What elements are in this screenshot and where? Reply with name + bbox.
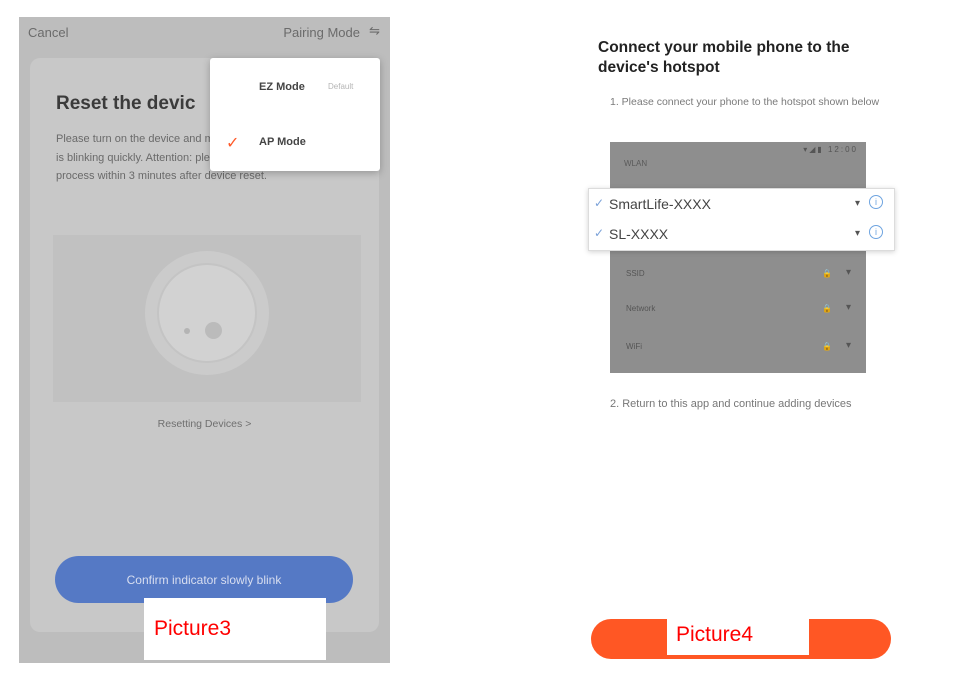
wifi-row-name: SSID	[626, 269, 645, 278]
wifi-list-row: Network 🔒 ▾	[610, 297, 866, 323]
page-title: Connect your mobile phone to the device'…	[598, 39, 850, 76]
wlan-label: WLAN	[624, 159, 648, 168]
wifi-settings-illustration: WLAN ▾◢▮ 12:00 SSID 🔒 ▾ Network 🔒 ▾ WiFi…	[610, 142, 866, 373]
wifi-list-row: SSID 🔒 ▾	[610, 262, 866, 288]
lock-icon: 🔒	[822, 269, 832, 278]
checkmark-icon: ✓	[594, 226, 605, 240]
reset-button-icon	[205, 322, 222, 339]
caption-picture4: Picture4	[667, 614, 809, 655]
device-icon	[157, 263, 257, 363]
top-bar: Cancel Pairing Mode ⇋	[19, 17, 390, 53]
checkmark-icon: ✓	[226, 135, 240, 152]
lock-icon: 🔒	[822, 342, 832, 351]
wifi-row-name: Network	[626, 304, 656, 313]
wifi-icon: ▾	[855, 228, 861, 239]
lock-icon: 🔒	[822, 304, 832, 313]
pairing-mode-button[interactable]: Pairing Mode	[283, 25, 360, 40]
cancel-button[interactable]: Cancel	[28, 25, 68, 40]
wifi-list-row: WiFi 🔒 ▾	[610, 335, 866, 361]
hotspot-list-popup: ✓ SmartLife-XXXX ▾ i ✓ SL-XXXX ▾ i	[588, 188, 895, 251]
device-illustration	[53, 235, 361, 402]
menu-item-ap-mode[interactable]: AP Mode	[259, 136, 306, 148]
confirm-indicator-button[interactable]: Confirm indicator slowly blink	[55, 556, 353, 603]
wifi-row-name: WiFi	[626, 342, 642, 351]
wifi-icon: ▾	[846, 267, 852, 278]
info-icon[interactable]: i	[869, 225, 883, 239]
hotspot-name: SmartLife-XXXX	[609, 196, 711, 212]
step-2-text: 2. Return to this app and continue addin…	[610, 398, 852, 410]
page-title: Reset the devic	[56, 93, 196, 114]
switch-icon[interactable]: ⇋	[369, 23, 380, 39]
info-icon[interactable]: i	[869, 195, 883, 209]
pairing-mode-menu: EZ Mode Default ✓ AP Mode	[210, 58, 380, 171]
hotspot-item-sl[interactable]: ✓ SL-XXXX ▾ i	[589, 221, 894, 251]
indicator-dot-icon	[184, 328, 190, 334]
default-badge: Default	[328, 82, 354, 91]
caption-picture3: Picture3	[144, 598, 326, 660]
wifi-icon: ▾	[855, 198, 861, 209]
wifi-icon: ▾	[846, 302, 852, 313]
wifi-icon: ▾	[846, 340, 852, 351]
resetting-devices-link[interactable]: Resetting Devices >	[30, 418, 379, 430]
screenshot-picture3: Cancel Pairing Mode ⇋ Reset the devic Pl…	[19, 17, 390, 663]
screenshot-picture4: Connect your mobile phone to the device'…	[577, 25, 907, 675]
hotspot-name: SL-XXXX	[609, 226, 669, 242]
menu-item-ez-mode[interactable]: EZ Mode	[259, 81, 305, 93]
step-1-text: 1. Please connect your phone to the hots…	[610, 96, 880, 108]
status-bar-icons: ▾◢▮ 12:00	[803, 145, 858, 154]
hotspot-item-smartlife[interactable]: ✓ SmartLife-XXXX ▾ i	[589, 191, 894, 221]
checkmark-icon: ✓	[594, 196, 605, 210]
